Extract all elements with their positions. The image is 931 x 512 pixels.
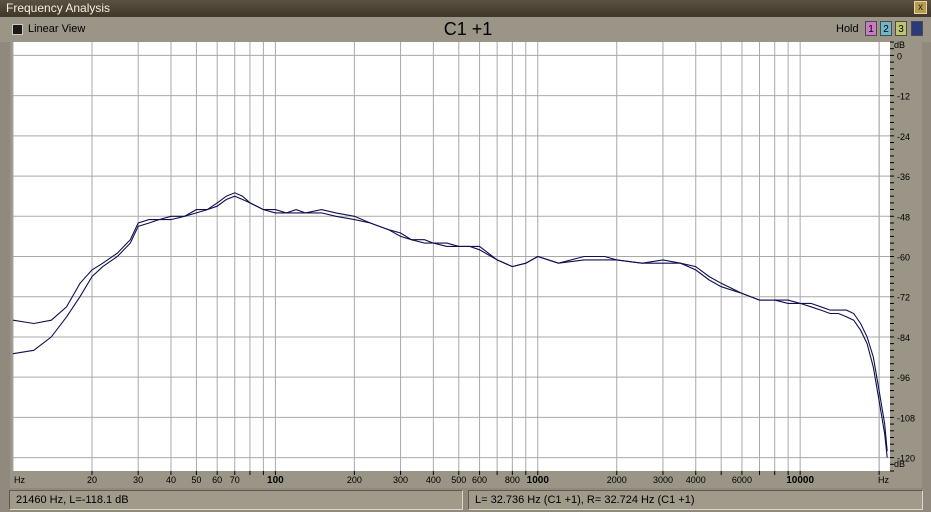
- y-tick-label: -36: [897, 172, 910, 182]
- y-tick-label: -84: [897, 333, 910, 343]
- y-tick-label: -12: [897, 92, 910, 102]
- y-tick-label: -96: [897, 373, 910, 383]
- x-tick-label: 6000: [732, 475, 752, 485]
- x-unit-left: Hz: [14, 475, 25, 485]
- x-tick-label: 40: [166, 475, 176, 485]
- x-tick-label: 100: [267, 475, 284, 486]
- x-tick-label: 10000: [786, 475, 814, 486]
- x-unit-right: Hz: [878, 475, 889, 485]
- x-tick-label: 70: [230, 475, 240, 485]
- x-tick-label: 20: [87, 475, 97, 485]
- x-tick-label: 3000: [653, 475, 673, 485]
- y-unit-top: dB: [894, 40, 905, 50]
- x-tick-label: 300: [393, 475, 408, 485]
- y-tick-label: -108: [897, 413, 915, 423]
- y-tick-label: -60: [897, 253, 910, 263]
- status-cursor-readout: 21460 Hz, L=-118.1 dB: [9, 490, 463, 510]
- x-tick-label: 60: [212, 475, 222, 485]
- y-tick-label: 0: [897, 51, 902, 61]
- x-tick-label: 400: [426, 475, 441, 485]
- y-tick-label: -72: [897, 293, 910, 303]
- x-tick-label: 600: [472, 475, 487, 485]
- y-unit-bottom: dB: [894, 459, 905, 469]
- x-tick-label: 500: [451, 475, 466, 485]
- x-tick-label: 1000: [527, 475, 550, 486]
- y-tick-label: -24: [897, 132, 910, 142]
- y-tick-label: -48: [897, 212, 910, 222]
- x-tick-label: 2000: [607, 475, 627, 485]
- x-tick-label: 50: [191, 475, 201, 485]
- frequency-plot[interactable]: 0-12-24-36-48-60-72-84-96-108-120 20 30 40…: [0, 0, 931, 490]
- x-tick-label: 200: [347, 475, 362, 485]
- status-selection-readout: L= 32.736 Hz (C1 +1), R= 32.724 Hz (C1 +…: [468, 490, 923, 510]
- x-tick-label: 4000: [686, 475, 706, 485]
- x-tick-label: 800: [505, 475, 520, 485]
- x-tick-label: 30: [133, 475, 143, 485]
